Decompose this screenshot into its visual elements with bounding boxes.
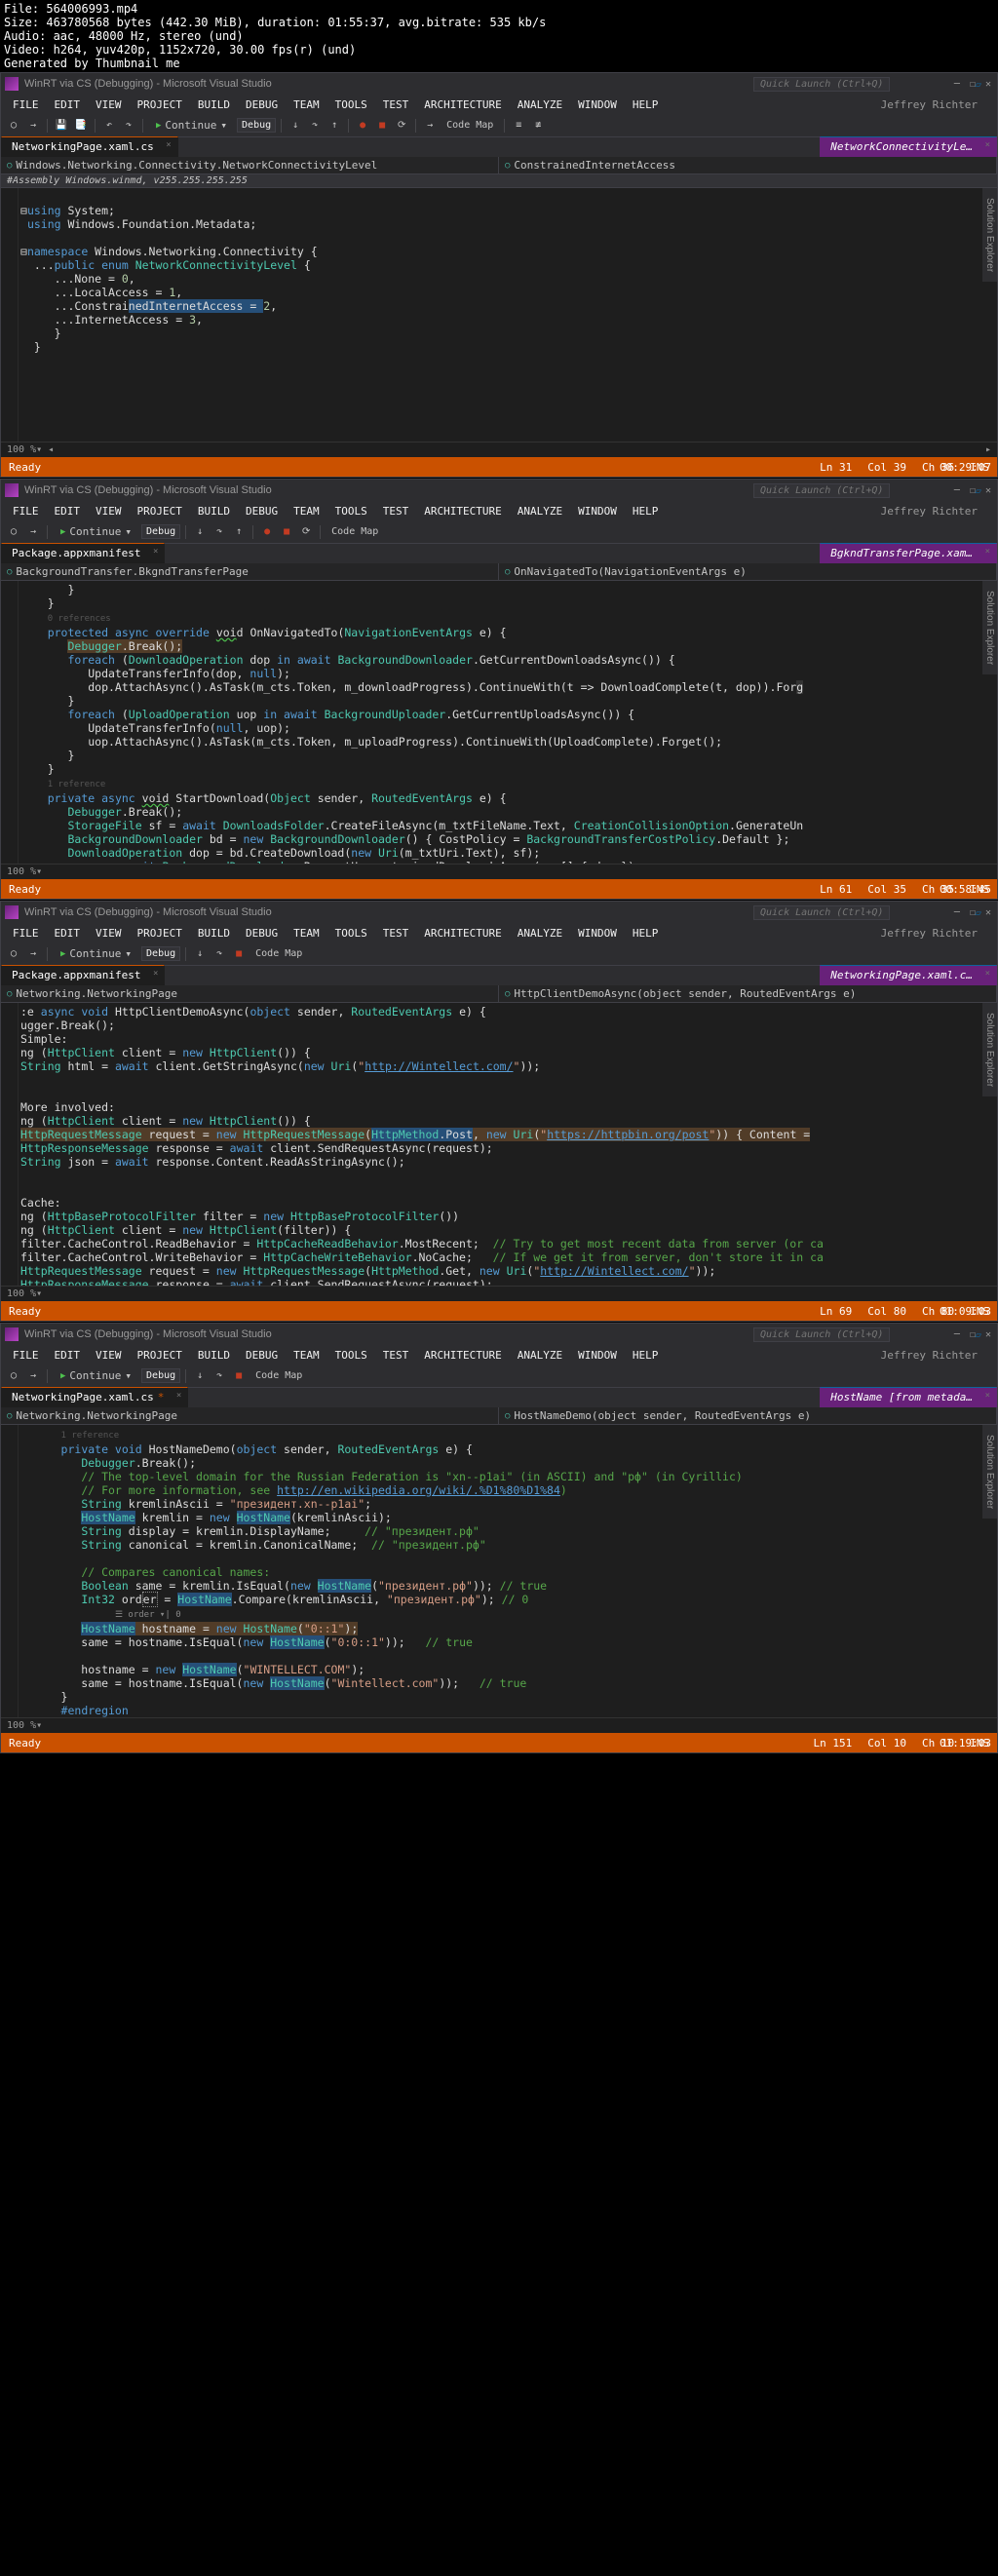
tab-package-manifest[interactable]: Package.appxmanifest×	[1, 543, 165, 563]
continue-button[interactable]: Continue ▾	[53, 525, 139, 538]
undo-icon[interactable]: ↶	[100, 117, 118, 135]
close-button[interactable]: ✕	[985, 485, 991, 496]
menu-project[interactable]: PROJECT	[130, 98, 190, 111]
video-timestamp: 00:29:07	[940, 461, 991, 474]
code-map-button[interactable]: Code Map	[441, 117, 499, 135]
menu-analyze[interactable]: ANALYZE	[510, 98, 570, 111]
tab-bkgnd-transfer[interactable]: BgkndTransferPage.xam…×	[820, 543, 997, 563]
vs-instance-1: WinRT via CS (Debugging) - Microsoft Vis…	[0, 72, 998, 478]
code-editor[interactable]: 1 reference private void HostNameDemo(ob…	[1, 1425, 997, 1717]
step-over-icon[interactable]: ↷	[306, 117, 324, 135]
solution-explorer-tab[interactable]: Solution Explorer	[982, 188, 997, 282]
code-editor[interactable]: :e async void HttpClientDemoAsync(object…	[1, 1003, 997, 1286]
tab-networking-page[interactable]: NetworkingPage.xaml.c…×	[820, 965, 997, 985]
tab-package-manifest[interactable]: Package.appxmanifest×	[1, 965, 165, 985]
assembly-info: #Assembly Windows.winmd, v255.255.255.25…	[1, 174, 997, 188]
title-bar[interactable]: WinRT via CS (Debugging) - Microsoft Vis…	[1, 480, 997, 501]
menu-bar: FILEEDITVIEWPROJECTBUILDDEBUGTEAMTOOLSTE…	[1, 501, 997, 520]
close-button[interactable]: ✕	[985, 79, 991, 90]
quick-launch-input[interactable]	[753, 77, 890, 92]
menu-architecture[interactable]: ARCHITECTURE	[416, 98, 509, 111]
menu-build[interactable]: BUILD	[190, 98, 238, 111]
tab-networking-page[interactable]: NetworkingPage.xaml.cs×	[1, 136, 178, 157]
status-bar: Ready Ln 31 Col 39 Ch 36 INS 00:29:07	[1, 457, 997, 477]
code-content[interactable]: 1 reference private void HostNameDemo(ob…	[1, 1425, 997, 1717]
minimize-button[interactable]: ─	[954, 79, 960, 90]
menu-edit[interactable]: EDIT	[47, 98, 89, 111]
menu-window[interactable]: WINDOW	[570, 98, 625, 111]
close-icon[interactable]: ×	[985, 140, 990, 150]
maximize-button[interactable]: ☐	[970, 79, 976, 90]
type-dropdown[interactable]: Windows.Networking.Connectivity.NetworkC…	[1, 157, 499, 173]
step-into-icon[interactable]: ↓	[287, 117, 304, 135]
nav-fwd-icon[interactable]: →	[24, 117, 42, 135]
vs-instance-4: WinRT via CS (Debugging) - Microsoft Vis…	[0, 1323, 998, 1753]
breakpoint-icon[interactable]: ●	[354, 117, 371, 135]
restart-icon[interactable]: ⟳	[393, 117, 410, 135]
close-icon[interactable]: ×	[166, 140, 171, 150]
step-out-icon[interactable]: ↑	[326, 117, 343, 135]
stop-icon[interactable]: ■	[373, 117, 391, 135]
tab-networking-page[interactable]: NetworkingPage.xaml.cs*×	[1, 1387, 188, 1407]
quick-launch-input[interactable]	[753, 483, 890, 498]
tab-network-connectivity[interactable]: NetworkConnectivityLe…×	[820, 136, 997, 157]
menu-view[interactable]: VIEW	[88, 98, 130, 111]
code-editor[interactable]: } } 0 references protected async overrid…	[1, 581, 997, 864]
video-metadata: File: 564006993.mp4 Size: 463780568 byte…	[0, 0, 998, 72]
signed-in-user[interactable]: Jeffrey Richter	[881, 98, 978, 111]
vs-instance-2: WinRT via CS (Debugging) - Microsoft Vis…	[0, 479, 998, 900]
continue-button[interactable]: Continue ▾	[148, 119, 235, 132]
config-dropdown[interactable]: Debug	[237, 118, 276, 133]
menu-file[interactable]: FILE	[5, 98, 47, 111]
code-editor[interactable]: ⊟using System; using Windows.Foundation.…	[1, 188, 997, 442]
redo-icon[interactable]: ↷	[120, 117, 137, 135]
comment-icon[interactable]: ≡	[510, 117, 527, 135]
menu-tools[interactable]: TOOLS	[327, 98, 375, 111]
zoom-bar[interactable]: 100 % ▾ ◂ ▸	[1, 442, 997, 457]
line-indicator: Ln 31	[820, 461, 852, 474]
code-content[interactable]: } } 0 references protected async overrid…	[1, 581, 997, 864]
status-bar: Ready Ln 61Col 35Ch 35INS 00:58:45	[1, 879, 997, 899]
document-tabs: NetworkingPage.xaml.cs× NetworkConnectiv…	[1, 137, 997, 157]
menu-bar: FILE EDIT VIEW PROJECT BUILD DEBUG TEAM …	[1, 95, 997, 114]
show-next-icon[interactable]: →	[421, 117, 439, 135]
member-dropdown[interactable]: ConstrainedInternetAccess	[499, 157, 997, 173]
maximize-button[interactable]: ☐	[970, 485, 976, 496]
vs-instance-3: WinRT via CS (Debugging) - Microsoft Vis…	[0, 901, 998, 1322]
document-tabs: Package.appxmanifest× BgkndTransferPage.…	[1, 544, 997, 563]
col-indicator: Col 39	[867, 461, 906, 474]
status-text: Ready	[9, 461, 41, 474]
uncomment-icon[interactable]: ≢	[529, 117, 547, 135]
save-all-icon[interactable]: 📑	[72, 117, 90, 135]
vs-logo-icon	[5, 483, 19, 497]
vs-logo-icon	[5, 77, 19, 91]
code-content[interactable]: ⊟using System; using Windows.Foundation.…	[1, 188, 997, 356]
menu-help[interactable]: HELP	[625, 98, 667, 111]
menu-debug[interactable]: DEBUG	[238, 98, 286, 111]
toolbar: ◯ → 💾 📑 ↶ ↷ Continue ▾ Debug ↓ ↷ ↑ ● ■ ⟳…	[1, 114, 997, 137]
toolbar: ◯→ Continue ▾ Debug ↓↷↑ ●■⟳ Code Map	[1, 520, 997, 544]
nav-back-icon[interactable]: ◯	[5, 117, 22, 135]
tab-hostname-metadata[interactable]: HostName [from metada…×	[820, 1387, 997, 1407]
menu-team[interactable]: TEAM	[286, 98, 327, 111]
status-bar: Ready Ln 151Col 10Ch 10INS 01:19:03	[1, 1733, 997, 1752]
code-content[interactable]: :e async void HttpClientDemoAsync(object…	[1, 1003, 997, 1286]
nav-bar: Windows.Networking.Connectivity.NetworkC…	[1, 157, 997, 174]
title-bar[interactable]: WinRT via CS (Debugging) - Microsoft Vis…	[1, 73, 997, 95]
save-icon[interactable]: 💾	[53, 117, 70, 135]
status-bar: Ready Ln 69Col 80Ch 80INS 01:09:03	[1, 1301, 997, 1321]
minimize-button[interactable]: ─	[954, 485, 960, 496]
menu-test[interactable]: TEST	[375, 98, 417, 111]
